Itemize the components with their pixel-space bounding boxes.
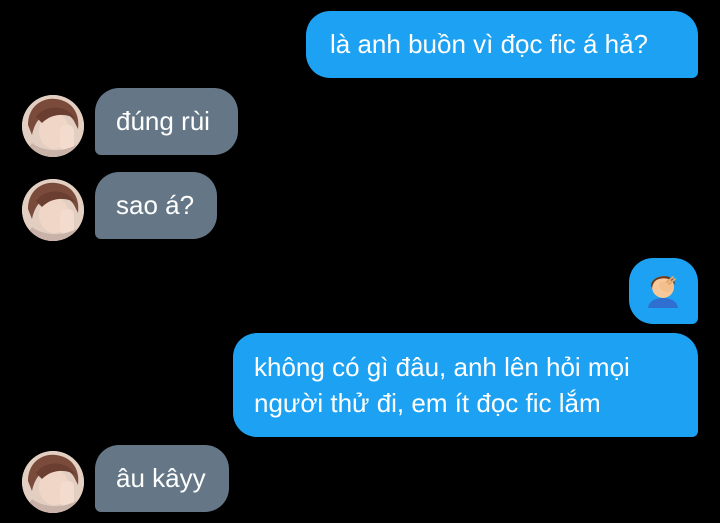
- contact-photo: [22, 179, 84, 241]
- received-message-bubble[interactable]: sao á?: [95, 172, 217, 239]
- received-message-bubble[interactable]: âu kâyy: [95, 445, 229, 512]
- received-message-bubble[interactable]: đúng rùi: [95, 88, 238, 155]
- contact-avatar[interactable]: [22, 95, 84, 157]
- contact-avatar[interactable]: [22, 179, 84, 241]
- message-text-line: người thử đi, em ít đọc fic lắm: [254, 388, 601, 418]
- message-text: là anh buồn vì đọc fic á hả?: [330, 29, 649, 59]
- message-text: đúng rùi: [116, 106, 210, 136]
- message-text-line: không có gì đâu, anh lên hỏi mọi: [254, 352, 630, 382]
- contact-photo: [22, 451, 84, 513]
- conversation-view: { "conversation": { "messages": [ { "sen…: [0, 0, 720, 523]
- sent-message-bubble[interactable]: là anh buồn vì đọc fic á hả?: [306, 11, 698, 78]
- sent-message-bubble[interactable]: không có gì đâu, anh lên hỏi mọi người t…: [233, 333, 698, 437]
- contact-avatar[interactable]: [22, 451, 84, 513]
- sent-emoji-bubble[interactable]: [629, 258, 698, 324]
- message-text: sao á?: [116, 190, 195, 220]
- face-palm-emoji: [648, 276, 678, 308]
- contact-photo: [22, 95, 84, 157]
- message-text: âu kâyy: [116, 463, 206, 493]
